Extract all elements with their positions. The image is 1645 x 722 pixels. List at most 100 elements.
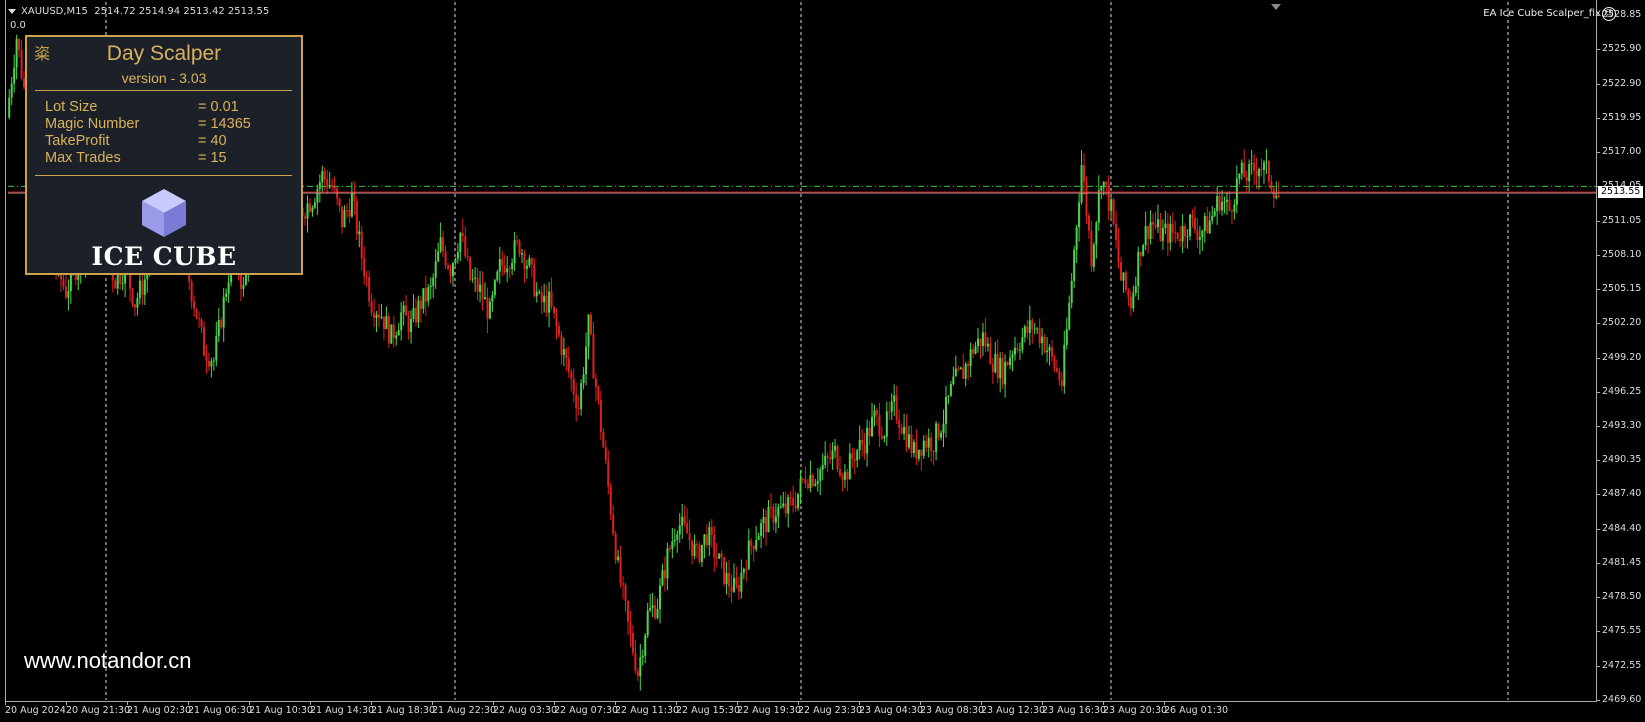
candle-body [937,423,940,438]
candle-body [1250,163,1253,165]
candle-body [683,516,686,523]
candle-body [772,507,775,523]
candle-body [769,506,772,508]
time-label: 21 Aug 18:30 [371,705,436,716]
expert-advisor-name[interactable]: EA Ice Cube Scalper_fix [1483,8,1601,19]
candle-body [1191,214,1194,218]
candle-body [740,572,743,592]
candle-body [449,268,452,277]
candle-body [476,277,479,292]
candle-body [1206,216,1209,234]
candle-body [668,548,671,550]
candle-body [447,265,450,269]
candle-body [567,358,570,372]
candle-body [905,426,908,448]
candle-body [782,503,785,507]
candle-body [612,514,615,534]
candle-body [18,38,21,51]
candle-body [424,288,427,302]
time-label: 22 Aug 11:30 [615,705,680,716]
candle-body [804,479,807,484]
candle-body [634,652,637,671]
candle-body [715,557,718,559]
price-chart-window[interactable]: XAUUSD,M15 2514.72 2514.94 2513.42 2513.… [0,0,1645,722]
candle-body [597,387,600,400]
price-tick [1596,460,1600,462]
candle-body [410,319,413,333]
price-label: 2505.15 [1602,283,1642,295]
candle-body [1038,328,1041,344]
candle-body [508,268,511,270]
candle-body [866,427,869,454]
candle-body [678,525,681,535]
price-tick [1596,323,1600,325]
candle-body [841,475,844,480]
candle-body [723,557,726,585]
candle-body [572,378,575,395]
candle-body [1065,329,1068,345]
candle-body [1122,272,1125,281]
candle-body [1060,380,1063,387]
candle-body [326,179,329,188]
price-label: 2528.85 [1602,9,1642,21]
candle-body [523,253,526,269]
candle-body [871,416,874,437]
brand-name: ICE CUBE [91,242,237,271]
candle-body [1004,362,1007,385]
candle-body [912,442,915,454]
candle-body [533,264,536,297]
candle-body [777,507,780,517]
candle-body [654,605,657,618]
candle-body [834,445,837,451]
candle-body [890,401,893,412]
candle-body [962,367,965,379]
candle-body [382,316,385,330]
price-tick [1596,700,1600,701]
candle-body [1245,177,1248,182]
candle-body [969,349,972,367]
candle-body [1221,201,1224,211]
magic-number-label: Magic Number [45,116,140,132]
max-trades-value: = 15 [198,150,227,166]
candle-body [1218,195,1221,211]
time-label: 23 Aug 16:30 [1042,705,1107,716]
candle-body [1152,222,1155,225]
candle-body [1260,169,1263,171]
candle-body [333,186,336,189]
candle-body [1196,229,1199,240]
candle-body [10,83,13,98]
price-tick [1596,84,1600,86]
candle-body [979,338,982,347]
candle-body [703,534,706,545]
candle-body [225,293,228,297]
candle-body [212,360,215,362]
candle-body [903,426,906,434]
candle-body [1083,165,1086,182]
chart-menu-triangle-icon[interactable] [8,8,16,14]
candle-body [629,621,632,634]
time-label: 26 Aug 01:30 [1164,705,1229,716]
candle-body [202,326,205,356]
time-label: 22 Aug 19:30 [737,705,802,716]
candle-body [215,335,218,361]
candle-body [575,394,578,408]
candle-body [829,457,832,460]
candle-body [348,210,351,217]
candle-body [878,414,881,437]
candle-body [64,286,67,298]
candle-body [730,586,733,592]
candle-body [1147,226,1150,239]
candle-body [720,553,723,558]
price-label: 2517.00 [1602,146,1642,158]
candle-body [548,291,551,313]
candle-body [607,460,610,487]
candle-body [1048,347,1051,351]
candle-body [1053,356,1056,369]
candle-body [308,203,311,212]
candle-body [1243,162,1246,178]
time-label: 20 Aug 21:30 [66,705,131,716]
chart-shift-marker-icon[interactable] [1271,4,1281,10]
candle-body [451,263,454,277]
candle-body [908,434,910,448]
candle-body [1021,337,1024,350]
